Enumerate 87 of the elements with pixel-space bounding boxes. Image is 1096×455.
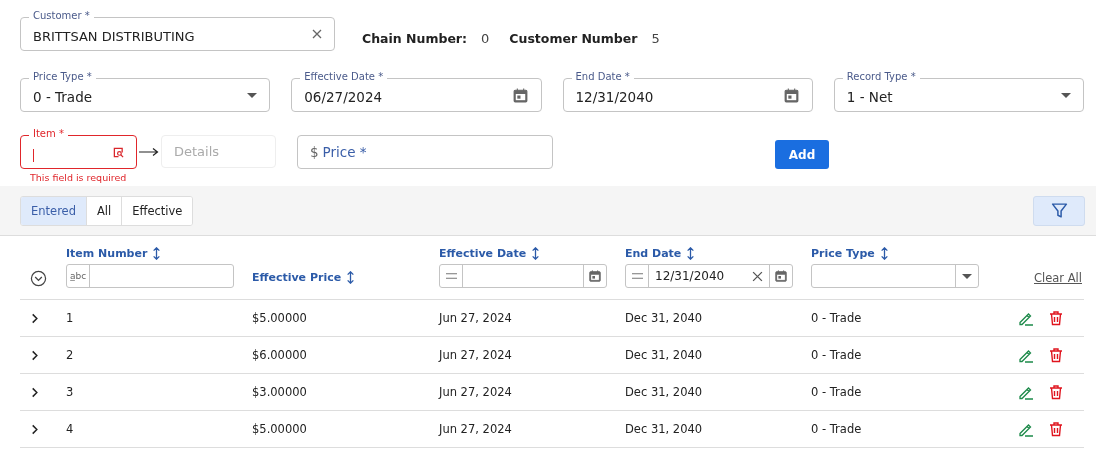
info-label: Chain Number: [362, 30, 468, 46]
equals-icon[interactable] [631, 272, 643, 280]
table-cell: 4 [66, 422, 74, 436]
delete-icon[interactable] [1048, 384, 1064, 400]
table-cell: Dec 31, 2040 [625, 348, 703, 362]
text-type-badge: a̲bc [67, 265, 90, 287]
calendar-icon[interactable] [588, 269, 602, 283]
expand-row-icon[interactable] [31, 423, 39, 435]
price-field[interactable]: $ Price * [297, 135, 553, 169]
table-cell: $6.00000 [252, 348, 307, 362]
table-cell: Jun 27, 2024 [439, 385, 512, 399]
field-label: Price * [322, 144, 367, 160]
field-label: End Date * [571, 71, 634, 83]
calendar-icon[interactable] [782, 86, 800, 104]
field-value: 0 - Trade [33, 88, 93, 105]
clear-icon[interactable] [312, 29, 322, 39]
table-cell: Jun 27, 2024 [439, 422, 512, 436]
table-cell: 1 [66, 311, 74, 325]
filter-button[interactable] [1033, 195, 1085, 226]
sort-icon[interactable] [686, 247, 696, 260]
field-label: Record Type * [842, 71, 920, 83]
column-header[interactable]: Effective Price [252, 271, 342, 284]
table-cell: Jun 27, 2024 [439, 348, 512, 362]
field-value: 1 - Net [846, 88, 894, 105]
dropdown-caret-icon[interactable] [1061, 92, 1071, 98]
delete-icon[interactable] [1048, 310, 1064, 326]
date-filter-field[interactable] [439, 264, 607, 288]
table-cell: Dec 31, 2040 [625, 311, 703, 325]
currency-prefix: $ [310, 144, 319, 160]
field-label: Customer * [29, 10, 94, 22]
column-header[interactable]: Effective Date [439, 247, 527, 260]
table-cell: $5.00000 [252, 422, 307, 436]
table-cell: Dec 31, 2040 [625, 422, 703, 436]
delete-icon[interactable] [1048, 421, 1064, 437]
edit-icon[interactable] [1018, 347, 1034, 363]
table-cell: 2 [66, 348, 74, 362]
select-filter-field[interactable] [811, 264, 979, 288]
field-label: Effective Date * [300, 71, 388, 83]
calendar-icon[interactable] [774, 269, 788, 283]
table-cell: Dec 31, 2040 [625, 385, 703, 399]
field-value: 12/31/2040 [575, 88, 655, 105]
field-label: Price Type * [29, 71, 96, 83]
table-cell: 0 - Trade [811, 422, 862, 436]
text-filter-field[interactable]: a̲bc [66, 264, 234, 288]
filter-value: 12/31/2040 [654, 269, 726, 283]
error-message: This field is required [30, 172, 128, 183]
edit-icon[interactable] [1018, 421, 1034, 437]
table-cell: 0 - Trade [811, 385, 862, 399]
expand-all-icon[interactable] [30, 270, 47, 287]
search-icon[interactable] [113, 146, 124, 158]
table-cell: 0 - Trade [811, 311, 862, 325]
sort-icon[interactable] [531, 247, 541, 260]
table-cell: 3 [66, 385, 74, 399]
field-value: BRITTSAN DISTRIBUTING [33, 27, 196, 44]
table-cell: $3.00000 [252, 385, 307, 399]
info-value: 5 [651, 30, 660, 46]
clear-all-link[interactable]: Clear All [1034, 270, 1082, 285]
sort-icon[interactable] [346, 271, 356, 284]
add-button[interactable]: Add [775, 140, 829, 169]
table-cell: Jun 27, 2024 [439, 311, 512, 325]
column-header[interactable]: Item Number [66, 247, 148, 260]
field-label: Item * [29, 128, 68, 140]
edit-icon[interactable] [1018, 384, 1034, 400]
expand-row-icon[interactable] [31, 312, 39, 324]
arrow-icon [139, 147, 159, 157]
clear-icon[interactable] [752, 270, 763, 282]
dropdown-caret-icon[interactable] [962, 273, 972, 279]
filter-icon [1050, 202, 1068, 219]
column-header[interactable]: Price Type [811, 247, 875, 260]
field-value: 06/27/2024 [304, 88, 384, 105]
edit-icon[interactable] [1018, 310, 1034, 326]
equals-icon[interactable] [445, 272, 457, 280]
column-header[interactable]: End Date [625, 247, 682, 260]
delete-icon[interactable] [1048, 347, 1064, 363]
info-label: Customer Number [509, 30, 638, 46]
table-cell: $5.00000 [252, 311, 307, 325]
calendar-icon[interactable] [511, 86, 529, 104]
table-cell: 0 - Trade [811, 348, 862, 362]
expand-row-icon[interactable] [31, 349, 39, 361]
sort-icon[interactable] [152, 247, 162, 260]
date-filter-field[interactable]: 12/31/2040 [625, 264, 793, 288]
filter-tab[interactable]: Entered [21, 196, 87, 225]
details-field[interactable]: Details [161, 135, 276, 168]
expand-row-icon[interactable] [31, 386, 39, 398]
sort-icon[interactable] [879, 247, 889, 260]
dropdown-caret-icon[interactable] [247, 92, 258, 98]
info-value: 0 [481, 30, 490, 46]
